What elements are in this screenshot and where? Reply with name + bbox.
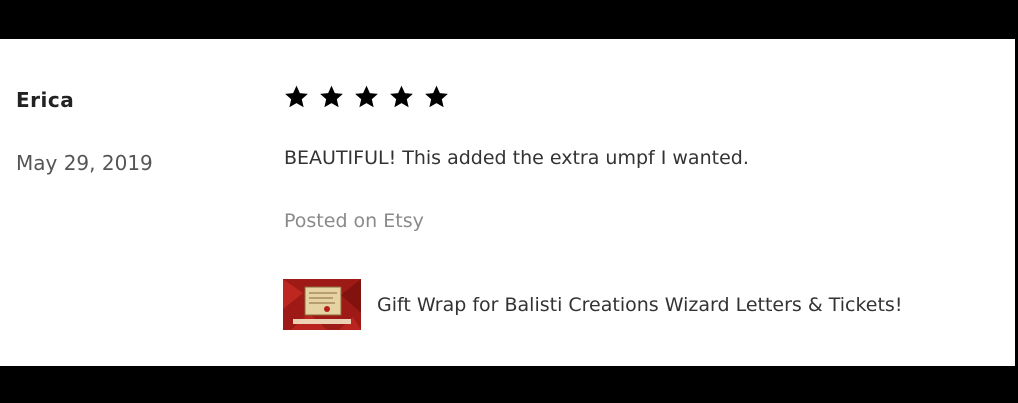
review-date: May 29, 2019 [16,151,153,175]
star-icon [423,84,450,110]
review-source: Posted on Etsy [284,210,424,232]
product-thumbnail[interactable] [283,279,361,330]
reviewed-product[interactable]: Gift Wrap for Balisti Creations Wizard L… [283,279,902,330]
star-icon [388,84,415,110]
star-icon [353,84,380,110]
star-rating [283,84,450,110]
review-text: BEAUTIFUL! This added the extra umpf I w… [284,147,749,169]
star-icon [283,84,310,110]
review-card: Erica May 29, 2019 BEAUTIFUL! This added… [0,0,1018,403]
bottom-letterbox-bar [0,366,1018,403]
star-icon [318,84,345,110]
product-title-link[interactable]: Gift Wrap for Balisti Creations Wizard L… [377,294,902,316]
reviewer-name: Erica [16,88,75,112]
top-letterbox-bar [0,0,1018,39]
